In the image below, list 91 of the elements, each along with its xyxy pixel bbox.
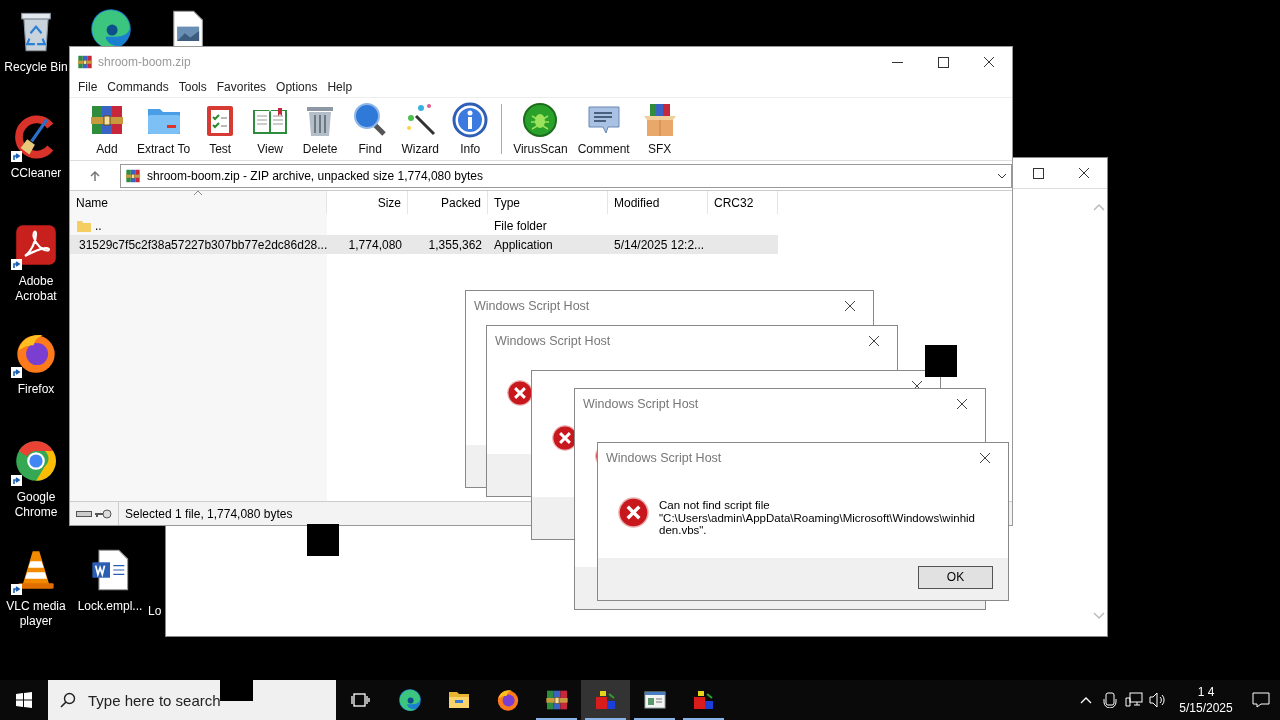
toolbar-button[interactable]: Delete xyxy=(295,98,346,160)
close-icon xyxy=(956,398,968,410)
toolbar-button[interactable]: SFX xyxy=(634,98,685,160)
dialog-title: Windows Script Host xyxy=(495,334,611,348)
bug-icon xyxy=(522,102,559,138)
clock-date[interactable]: 5/15/2025 xyxy=(1179,700,1233,716)
toolbar-button[interactable]: View xyxy=(245,98,296,160)
box-icon xyxy=(641,102,678,138)
up-arrow-icon[interactable] xyxy=(89,169,101,182)
file-row[interactable]: .. File folder xyxy=(70,216,778,235)
browser-icon xyxy=(397,688,422,712)
key-icon xyxy=(94,508,112,519)
close-icon xyxy=(1078,167,1090,179)
drive-icon xyxy=(76,509,92,518)
column-header[interactable]: Modified xyxy=(614,195,660,210)
toolbar-button[interactable]: Comment xyxy=(572,98,635,160)
column-header[interactable]: Size xyxy=(377,195,401,210)
archive-icon xyxy=(77,54,93,70)
speaker-icon[interactable] xyxy=(1149,692,1167,708)
table-cell: 1,774,080 xyxy=(348,237,402,252)
status-text: Selected 1 file, 1,774,080 bytes xyxy=(124,506,293,521)
table-cell: .. xyxy=(95,218,102,233)
desktop-icon-label[interactable]: Lo xyxy=(148,604,162,619)
column-header[interactable]: Packed xyxy=(440,195,481,210)
app-window-icon xyxy=(642,688,667,712)
chevron-up-icon[interactable] xyxy=(1080,696,1092,704)
menu-item[interactable]: Commands xyxy=(102,80,174,94)
task-view-icon xyxy=(350,691,371,709)
table-cell: File folder xyxy=(494,218,547,233)
toolbar-button[interactable]: Extract To xyxy=(132,98,196,160)
table-cell: Application xyxy=(494,237,553,252)
archive-icon xyxy=(125,167,141,184)
window-title: shroom-boom.zip xyxy=(98,55,192,69)
menu-item[interactable]: Help xyxy=(322,80,358,94)
close-icon xyxy=(844,300,856,312)
device-icon[interactable] xyxy=(1103,692,1117,708)
info-icon xyxy=(452,102,489,138)
minimize-icon xyxy=(891,60,903,64)
search-field[interactable]: Type here to search xyxy=(48,680,336,720)
masked-area xyxy=(925,345,957,377)
desktop-icon-label[interactable]: Recycle Bin xyxy=(4,60,68,75)
colored-blocks-icon xyxy=(691,688,716,712)
desktop-icon-label[interactable]: CCleaner xyxy=(10,166,62,181)
clock-time[interactable]: 1 4 xyxy=(1197,684,1215,700)
toolbar-button[interactable]: Test xyxy=(195,98,246,160)
maximize-icon xyxy=(1032,167,1044,179)
close-icon xyxy=(983,56,995,68)
toolbar-button[interactable]: Add xyxy=(82,98,132,160)
menu-item[interactable]: Favorites xyxy=(211,80,272,94)
toolbar-button[interactable]: Wizard xyxy=(395,98,446,160)
toolbar-button[interactable]: VirusScan xyxy=(508,98,573,160)
desktop-icon-label[interactable]: Lock.empl... xyxy=(77,599,143,614)
pdf-app-icon xyxy=(14,223,58,267)
column-header[interactable]: Type xyxy=(494,195,520,210)
dialog-title: Windows Script Host xyxy=(474,299,590,313)
table-cell: 31529c7f5c2f38a57227b307bb77e2dc86d28... xyxy=(79,237,328,252)
maximize-icon xyxy=(937,56,949,68)
file-row[interactable]: 31529c7f5c2f38a57227b307bb77e2dc86d28... 1,774,080 1,355,362 Application 5/14/2025 12:2... xyxy=(70,235,778,254)
desktop-icon-label[interactable]: Google Chrome xyxy=(0,490,72,520)
notification-icon[interactable] xyxy=(1252,692,1270,708)
network-icon[interactable] xyxy=(1125,692,1143,708)
desktop-icon-label[interactable]: VLC media player xyxy=(0,599,72,629)
column-header[interactable]: CRC32 xyxy=(714,195,754,210)
colored-blocks-icon xyxy=(593,688,618,712)
masked-area xyxy=(220,680,253,701)
dropdown-caret-icon xyxy=(997,172,1007,179)
table-cell: 5/14/2025 12:2... xyxy=(614,237,705,252)
error-icon xyxy=(618,497,649,528)
browser-icon xyxy=(14,439,58,483)
menu-item[interactable]: Tools xyxy=(173,80,212,94)
windows-logo-icon xyxy=(16,692,32,708)
menu-item[interactable]: Options xyxy=(271,80,323,94)
masked-area xyxy=(307,524,339,556)
archive-icon xyxy=(544,688,569,712)
column-header[interactable]: Name xyxy=(76,195,108,210)
path-field[interactable]: shroom-boom.zip - ZIP archive, unpacked size 1,774,080 bytes xyxy=(120,163,1012,188)
ok-button[interactable]: OK xyxy=(918,565,993,589)
desktop-icon-label[interactable]: Firefox xyxy=(17,382,55,397)
dialog-title: Windows Script Host xyxy=(583,397,699,411)
desktop-icon-label[interactable]: Adobe Acrobat xyxy=(0,274,72,304)
dialog-title: Windows Script Host xyxy=(606,451,722,465)
toolbar-button[interactable]: Find xyxy=(345,98,396,160)
close-icon xyxy=(868,335,880,347)
browser-icon xyxy=(495,688,520,712)
error-message: Can not find script file "C:\Users\admin\AppData\Roaming\Microsoft\Windows\winhidden.vbs". xyxy=(659,498,976,537)
close-icon xyxy=(979,452,991,464)
toolbar-button[interactable]: Info xyxy=(445,98,496,160)
search-icon xyxy=(60,692,76,708)
menu-item[interactable]: File xyxy=(73,80,103,94)
table-cell: 1,355,362 xyxy=(428,237,482,252)
taskbar-app-button[interactable] xyxy=(581,680,630,720)
